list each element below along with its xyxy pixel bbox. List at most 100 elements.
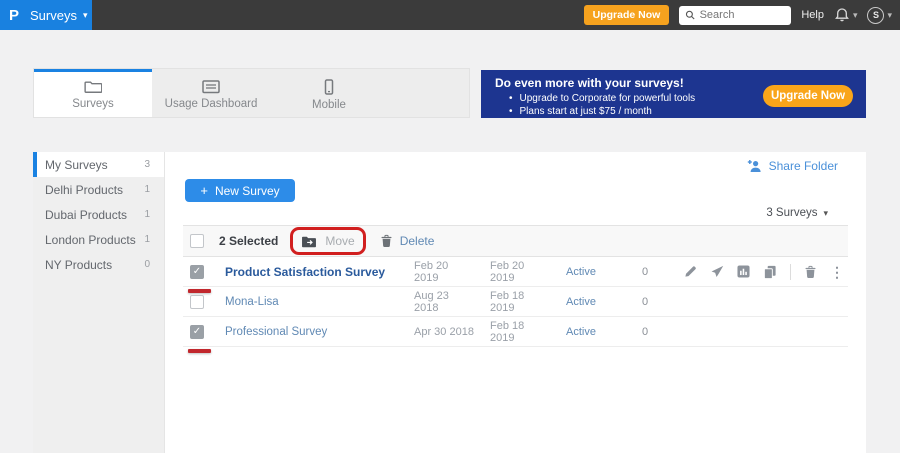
send-button[interactable] <box>710 265 724 278</box>
folder-count: 1 <box>144 184 150 195</box>
row-checkbox-cell <box>183 325 219 339</box>
created-date: Feb 20 2019 <box>398 260 474 284</box>
bell-icon <box>834 7 850 23</box>
search-input[interactable] <box>700 9 786 21</box>
sidebar-item-my-surveys[interactable]: My Surveys 3 <box>33 152 164 177</box>
annotation-underline <box>188 289 211 293</box>
upgrade-now-button[interactable]: Upgrade Now <box>584 5 670 25</box>
chevron-down-icon: ▾ <box>83 11 88 20</box>
responses-count: 0 <box>620 266 666 278</box>
top-bar: P Surveys ▾ Upgrade Now Help ▾ S ▾ <box>0 0 900 30</box>
survey-title-cell: Mona-Lisa <box>219 296 398 308</box>
bullet-dot: • <box>509 106 513 117</box>
sidebar-item-dubai-products[interactable]: Dubai Products 1 <box>33 202 164 227</box>
folder-label: London Products <box>45 233 136 247</box>
paper-plane-icon <box>710 265 724 278</box>
move-button[interactable]: Move <box>301 234 354 248</box>
chevron-down-icon: ▾ <box>853 11 858 20</box>
row-checkbox[interactable] <box>190 295 204 309</box>
row-checkbox[interactable] <box>190 325 204 339</box>
modified-date: Feb 18 2019 <box>474 320 550 344</box>
tab-surveys[interactable]: Surveys <box>34 69 152 117</box>
new-survey-label: New Survey <box>215 184 280 198</box>
tab-usage-dashboard[interactable]: Usage Dashboard <box>152 69 270 117</box>
mobile-icon <box>321 79 337 95</box>
banner-bullet: •Plans start at just $75 / month <box>509 106 854 117</box>
delete-label: Delete <box>400 234 435 248</box>
dashboard-icon <box>202 80 220 94</box>
folder-count: 1 <box>144 209 150 220</box>
chevron-down-icon: ▾ <box>887 11 892 20</box>
folder-label: Dubai Products <box>45 208 127 222</box>
sidebar-item-london-products[interactable]: London Products 1 <box>33 227 164 252</box>
app-menu-label: Surveys <box>30 8 77 23</box>
selected-count-label: 2 Selected <box>219 234 278 248</box>
search-box[interactable] <box>679 6 791 25</box>
folder-count: 1 <box>144 234 150 245</box>
trash-icon <box>804 265 817 279</box>
status-cell: Active <box>550 296 620 308</box>
account-menu[interactable]: S ▾ <box>867 7 892 24</box>
logo-icon: P <box>9 7 19 24</box>
sidebar-item-ny-products[interactable]: NY Products 0 <box>33 252 164 277</box>
survey-title-link[interactable]: Professional Survey <box>225 326 327 338</box>
row-checkbox-cell <box>183 265 219 279</box>
responses-count: 0 <box>620 296 666 308</box>
search-icon <box>685 9 695 21</box>
delete-row-button[interactable] <box>804 265 817 279</box>
help-link[interactable]: Help <box>801 9 824 21</box>
created-date: Apr 30 2018 <box>398 326 474 338</box>
folder-label: My Surveys <box>45 158 108 172</box>
promo-banner: Do even more with your surveys! •Upgrade… <box>481 70 866 118</box>
plus-icon: + <box>200 184 208 197</box>
folder-count: 3 <box>144 159 150 170</box>
tab-label: Surveys <box>72 98 114 110</box>
new-survey-button[interactable]: + New Survey <box>185 179 295 202</box>
table-row: Product Satisfaction Survey Feb 20 2019 … <box>183 257 848 287</box>
notifications-button[interactable]: ▾ <box>834 7 858 23</box>
sidebar-item-delhi-products[interactable]: Delhi Products 1 <box>33 177 164 202</box>
survey-title-link[interactable]: Product Satisfaction Survey <box>225 265 385 279</box>
created-date: Aug 23 2018 <box>398 290 474 314</box>
select-all-checkbox[interactable] <box>190 234 204 248</box>
duplicate-button[interactable] <box>763 265 777 279</box>
status-link[interactable]: Active <box>566 296 596 308</box>
app-menu[interactable]: P Surveys ▾ <box>0 0 92 30</box>
status-link[interactable]: Active <box>566 326 596 338</box>
row-actions: ⋮ <box>666 264 848 280</box>
status-cell: Active <box>550 326 620 338</box>
surveys-table: 2 Selected Move Delete <box>183 225 848 347</box>
share-folder-label: Share Folder <box>769 159 838 173</box>
row-checkbox-cell <box>183 295 219 309</box>
tab-label: Usage Dashboard <box>165 98 258 110</box>
annotation-highlight-box: Move <box>290 227 365 255</box>
folder-icon <box>84 80 102 94</box>
app-screen: P Surveys ▾ Upgrade Now Help ▾ S ▾ Surve <box>0 0 900 453</box>
share-person-icon <box>747 159 762 173</box>
select-all-cell <box>183 234 219 248</box>
responses-count: 0 <box>620 326 666 338</box>
delete-button[interactable]: Delete <box>380 234 435 248</box>
surveys-count-dropdown[interactable]: 3 Surveys ▾ <box>766 207 828 219</box>
folder-label: NY Products <box>45 258 112 272</box>
banner-upgrade-button[interactable]: Upgrade Now <box>763 85 853 107</box>
more-options-button[interactable]: ⋮ <box>830 265 844 279</box>
folder-count: 0 <box>144 259 150 270</box>
topbar-actions: Upgrade Now Help ▾ S ▾ <box>584 5 900 25</box>
survey-title-cell: Product Satisfaction Survey <box>219 265 398 279</box>
row-checkbox[interactable] <box>190 265 204 279</box>
edit-button[interactable] <box>684 265 697 278</box>
modified-date: Feb 20 2019 <box>474 260 550 284</box>
status-link[interactable]: Active <box>566 266 596 278</box>
survey-title-link[interactable]: Mona-Lisa <box>225 296 279 308</box>
folder-label: Delhi Products <box>45 183 123 197</box>
avatar: S <box>867 7 884 24</box>
tabstrip-filler <box>388 69 469 117</box>
share-folder-link[interactable]: Share Folder <box>747 159 838 173</box>
tab-mobile[interactable]: Mobile <box>270 69 388 117</box>
bullet-dot: • <box>509 93 513 104</box>
copy-icon <box>763 265 777 279</box>
table-row: Professional Survey Apr 30 2018 Feb 18 2… <box>183 317 848 347</box>
reports-button[interactable] <box>737 265 750 278</box>
trash-icon <box>380 234 393 248</box>
